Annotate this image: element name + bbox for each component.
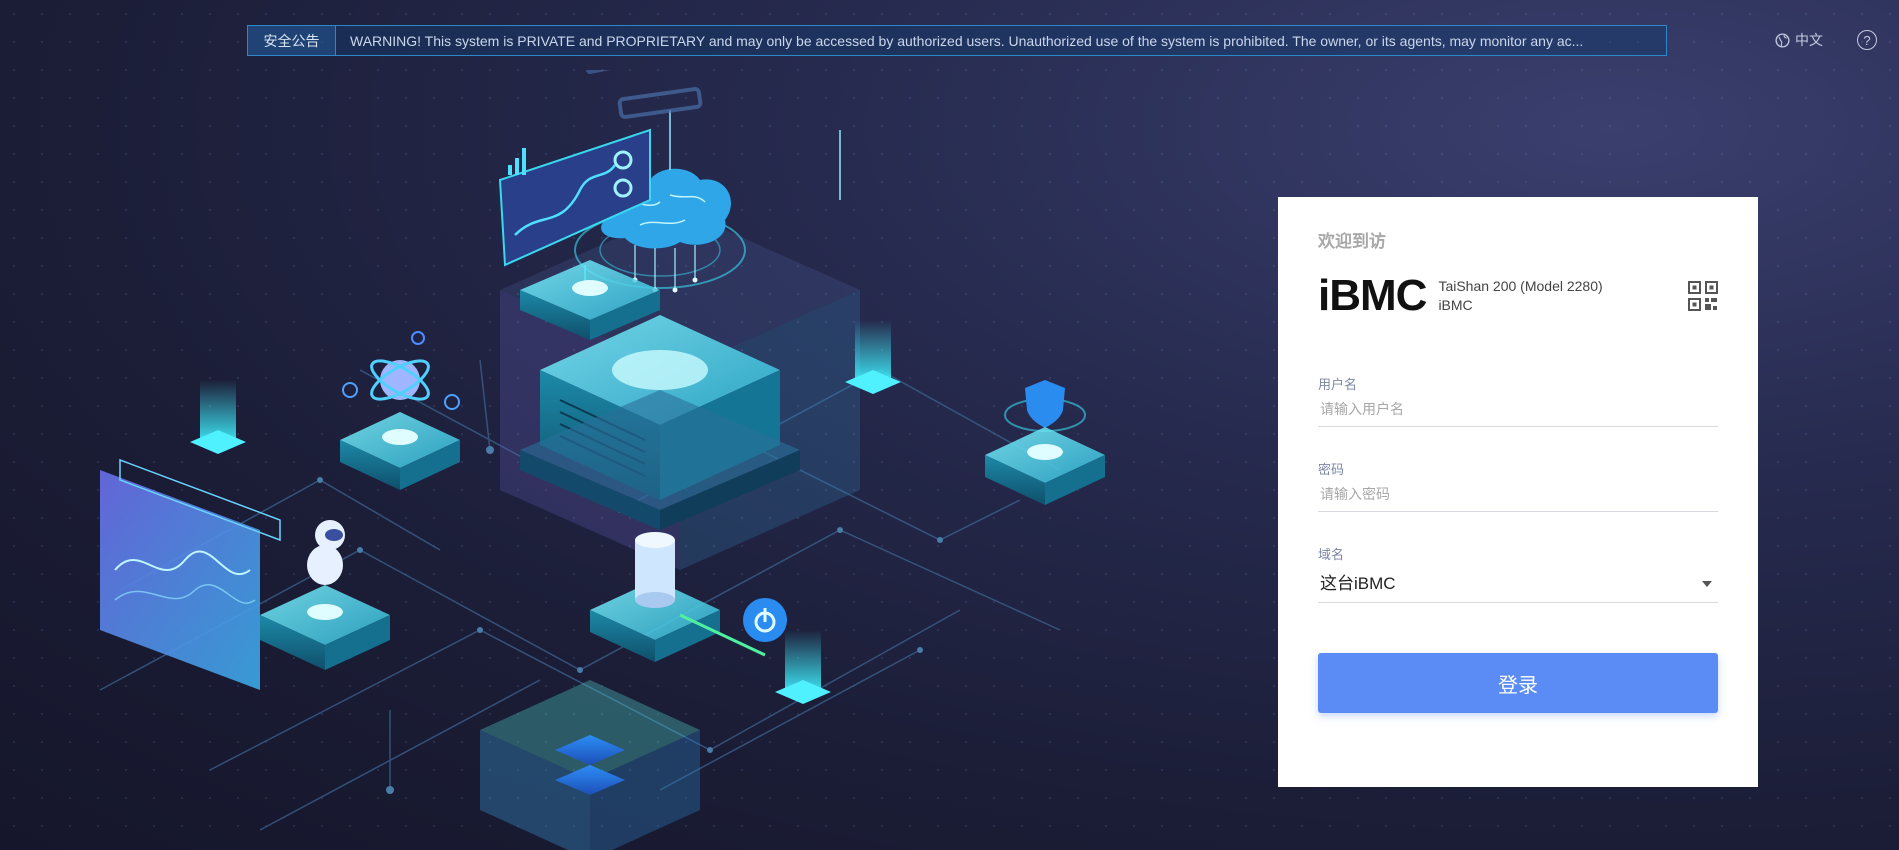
login-card: 欢迎到访 iBMC TaiShan 200 (Model 2280) iBMC … (1278, 197, 1758, 787)
top-right-controls: 中文 ? (1775, 30, 1877, 50)
server-cube (500, 210, 860, 570)
ibmc-logo: iBMC (1318, 271, 1427, 320)
device-info: TaiShan 200 (Model 2280) iBMC (1438, 277, 1602, 315)
login-button[interactable]: 登录 (1318, 653, 1718, 713)
atom-platform (340, 331, 460, 490)
brand-row: iBMC TaiShan 200 (Model 2280) iBMC (1318, 274, 1718, 318)
password-label: 密码 (1318, 462, 1345, 477)
welcome-title: 欢迎到访 (1318, 232, 1386, 251)
globe-icon (1775, 32, 1790, 48)
language-label: 中文 (1795, 32, 1823, 48)
shield-platform (985, 380, 1105, 505)
domain-label: 域名 (1318, 547, 1345, 562)
device-product: iBMC (1438, 297, 1473, 313)
help-button[interactable]: ? (1857, 30, 1877, 50)
username-input[interactable] (1318, 393, 1718, 427)
chevron-down-icon (1702, 580, 1712, 587)
chip-cube (480, 680, 700, 850)
security-notice-bar[interactable]: 安全公告 WARNING! This system is PRIVATE and… (247, 25, 1667, 56)
domain-select[interactable]: 这台iBMC (1318, 563, 1718, 603)
device-model: TaiShan 200 (Model 2280) (1438, 278, 1603, 294)
datacenter-illustration (99, 70, 1105, 850)
qr-code-icon[interactable] (1688, 281, 1718, 311)
robot-platform (260, 520, 390, 670)
password-input[interactable] (1318, 478, 1718, 512)
security-notice-text: WARNING! This system is PRIVATE and PROP… (350, 32, 1584, 49)
security-notice-tag: 安全公告 (248, 26, 336, 55)
username-field: 用户名 (1318, 374, 1718, 427)
username-label: 用户名 (1318, 377, 1358, 392)
password-field: 密码 (1318, 459, 1718, 512)
analytics-screen (100, 458, 281, 690)
domain-field: 域名 这台iBMC (1318, 544, 1718, 603)
language-switcher[interactable]: 中文 (1775, 30, 1823, 50)
domain-selected-value: 这台iBMC (1320, 574, 1396, 593)
